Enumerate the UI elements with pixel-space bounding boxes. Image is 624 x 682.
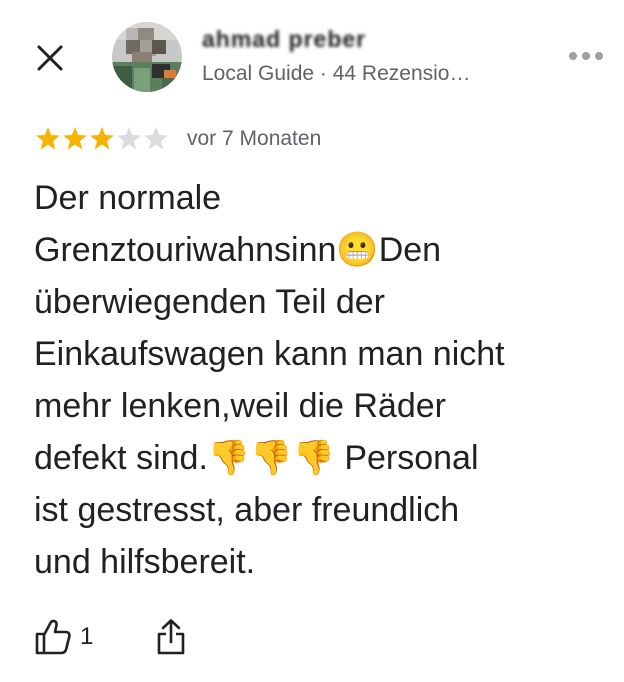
author-meta[interactable]: Local Guide · 44 Rezensio… [202,62,470,86]
more-options-button[interactable] [562,40,610,72]
share-button[interactable] [155,618,187,656]
share-icon [158,619,185,655]
close-button[interactable] [28,36,72,80]
more-horizontal-icon [569,52,603,60]
star-empty-icon [117,126,141,150]
star-filled-icon [63,126,87,150]
review-date: vor 7 Monaten [187,127,322,150]
star-empty-icon [144,126,168,150]
like-count: 1 [80,623,94,650]
review-actions: 1 [34,618,187,656]
star-filled-icon [36,126,60,150]
avatar[interactable] [112,22,182,92]
thumbs-up-icon [35,619,71,655]
star-filled-icon [90,126,114,150]
star-rating [34,125,169,153]
avatar-image [112,22,182,92]
like-button[interactable]: 1 [34,618,93,656]
rating-row: vor 7 Monaten [34,124,321,154]
close-icon [37,45,63,71]
review-text: Der normale Grenztouriwahnsinn😬Den überw… [34,179,505,581]
author-name[interactable]: ahmad preber [202,26,366,53]
